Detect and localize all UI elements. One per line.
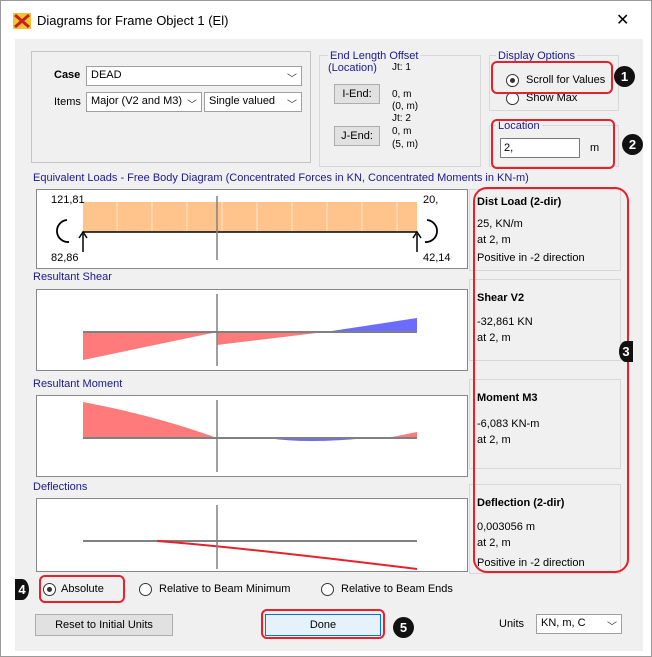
diagrams-dialog: Diagrams for Frame Object 1 (El) ✕ Case … — [0, 0, 652, 657]
j-end-button[interactable]: J-End: — [334, 126, 380, 146]
moment-diagram[interactable] — [36, 395, 468, 477]
highlight-location — [491, 119, 615, 169]
shear-positive-area — [325, 318, 417, 332]
shear-title: Resultant Shear — [33, 271, 112, 283]
i-end-button[interactable]: I-End: — [334, 84, 380, 104]
deflection-svg — [83, 505, 418, 570]
highlight-absolute — [39, 575, 125, 603]
title-bar[interactable]: Diagrams for Frame Object 1 (El) ✕ — [1, 1, 651, 41]
callout-badge-1: 1 — [614, 66, 635, 87]
relative-ends-radio[interactable] — [321, 583, 334, 596]
moment-svg — [83, 400, 417, 472]
deflection-diagram[interactable] — [36, 498, 468, 572]
relative-min-radio[interactable] — [139, 583, 152, 596]
window-title: Diagrams for Frame Object 1 (El) — [37, 13, 229, 28]
value-type-value: Single valued — [209, 95, 276, 107]
callout-badge-3: 3 — [619, 341, 633, 362]
relative-min-label: Relative to Beam Minimum — [159, 583, 291, 595]
items-label: Items — [54, 96, 81, 108]
end-offset-group: End Length Offset (Location) Jt: 1 I-End… — [319, 50, 481, 167]
jt2-label: Jt: 2 — [392, 113, 411, 124]
equiv-loads-title: Equivalent Loads - Free Body Diagram (Co… — [33, 172, 529, 184]
highlight-done — [261, 609, 385, 639]
end-offset-title: End Length Offset — [328, 50, 421, 62]
case-select[interactable]: DEAD ﹀ — [86, 66, 302, 86]
callout-badge-5: 5 — [393, 617, 414, 638]
i-end-location: (0, m) — [392, 101, 419, 112]
csi-sap-icon — [13, 13, 31, 29]
shear-svg — [83, 294, 417, 366]
shear-negative-area-2 — [217, 332, 325, 345]
deflection-curve — [156, 540, 418, 570]
shear-diagram[interactable] — [36, 289, 468, 371]
reaction-right-value: 42,14 — [423, 252, 451, 264]
reset-units-button[interactable]: Reset to Initial Units — [35, 614, 173, 636]
items-select-value: Major (V2 and M3) — [91, 95, 183, 107]
dialog-body: Case DEAD ﹀ Items Major (V2 and M3) ﹀ Si… — [15, 39, 643, 651]
end-offset-subtitle: (Location) — [328, 62, 377, 74]
callout-badge-4: 4 — [15, 579, 29, 600]
chevron-down-icon: ﹀ — [187, 100, 197, 111]
units-select[interactable]: KN, m, C ﹀ — [536, 614, 622, 634]
highlight-info-panels — [473, 187, 629, 573]
callout-badge-2: 2 — [622, 134, 643, 155]
shear-negative-area — [83, 332, 217, 360]
reaction-left-value: 82,86 — [51, 252, 79, 264]
case-group: Case DEAD ﹀ Items Major (V2 and M3) ﹀ Si… — [31, 51, 311, 163]
relative-ends-label: Relative to Beam Ends — [341, 583, 453, 595]
chevron-down-icon: ﹀ — [287, 74, 297, 85]
j-end-length: 0, m — [392, 126, 412, 137]
moment-right-icon — [424, 219, 438, 243]
highlight-display-options — [491, 61, 613, 94]
moment-left-value: 121,81 — [51, 194, 85, 206]
units-label: Units — [499, 618, 525, 630]
moment-left-icon — [56, 219, 70, 243]
deflections-title: Deflections — [33, 481, 88, 493]
moment-negative-area — [83, 402, 217, 438]
close-icon[interactable]: ✕ — [616, 10, 629, 29]
free-body-svg — [56, 196, 438, 260]
j-end-location: (5, m) — [392, 139, 419, 150]
case-select-value: DEAD — [91, 69, 122, 81]
chevron-down-icon: ﹀ — [607, 622, 617, 633]
moment-title: Resultant Moment — [33, 378, 123, 390]
case-label: Case — [54, 69, 81, 81]
jt1-label: Jt: 1 — [392, 62, 411, 73]
items-select[interactable]: Major (V2 and M3) ﹀ — [86, 92, 202, 112]
i-end-length: 0, m — [392, 89, 412, 100]
free-body-diagram[interactable]: 121,81 20, 82,86 42,14 — [36, 189, 468, 269]
units-select-value: KN, m, C — [541, 617, 586, 629]
moment-right-value: 20, — [423, 194, 439, 206]
value-type-select[interactable]: Single valued ﹀ — [204, 92, 302, 112]
distributed-load-area — [83, 202, 417, 232]
chevron-down-icon: ﹀ — [287, 100, 297, 111]
